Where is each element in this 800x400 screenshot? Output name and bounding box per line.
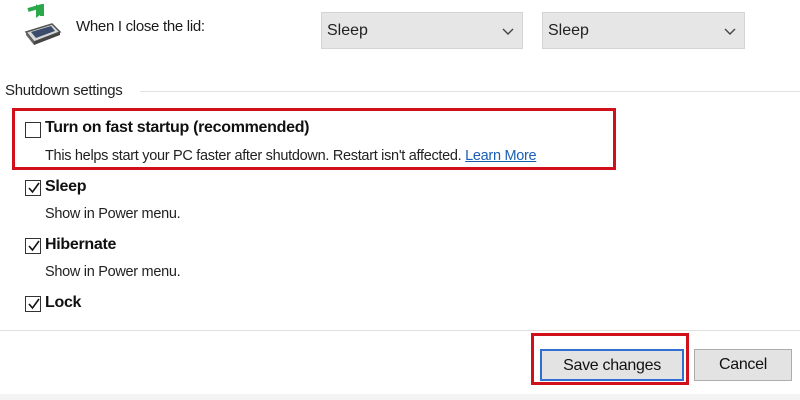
lid-action-label: When I close the lid: <box>76 18 205 35</box>
bottom-strip <box>0 394 800 400</box>
dropdown-value: Sleep <box>548 22 589 39</box>
group-divider <box>140 91 800 92</box>
dropdown-value: Sleep <box>327 22 368 39</box>
sleep-description: Show in Power menu. <box>45 206 181 222</box>
chevron-down-icon <box>502 24 514 36</box>
sleep-checkbox[interactable] <box>25 180 41 196</box>
lid-plugged-in-dropdown[interactable]: Sleep <box>542 12 745 49</box>
hibernate-checkbox[interactable] <box>25 238 41 254</box>
checkmark-icon <box>28 240 40 252</box>
fast-startup-highlight <box>12 108 616 170</box>
laptop-lid-icon <box>22 3 62 46</box>
chevron-down-icon <box>724 24 736 36</box>
cancel-button[interactable]: Cancel <box>694 349 792 381</box>
lock-label[interactable]: Lock <box>45 294 81 312</box>
sleep-label[interactable]: Sleep <box>45 178 87 196</box>
checkmark-icon <box>28 182 40 194</box>
lid-on-battery-dropdown[interactable]: Sleep <box>321 12 523 49</box>
lock-checkbox[interactable] <box>25 296 41 312</box>
hibernate-description: Show in Power menu. <box>45 264 181 280</box>
footer-divider <box>0 330 800 331</box>
shutdown-settings-title: Shutdown settings <box>5 82 123 99</box>
save-button-highlight <box>531 333 689 385</box>
hibernate-label[interactable]: Hibernate <box>45 236 116 254</box>
checkmark-icon <box>28 298 40 310</box>
